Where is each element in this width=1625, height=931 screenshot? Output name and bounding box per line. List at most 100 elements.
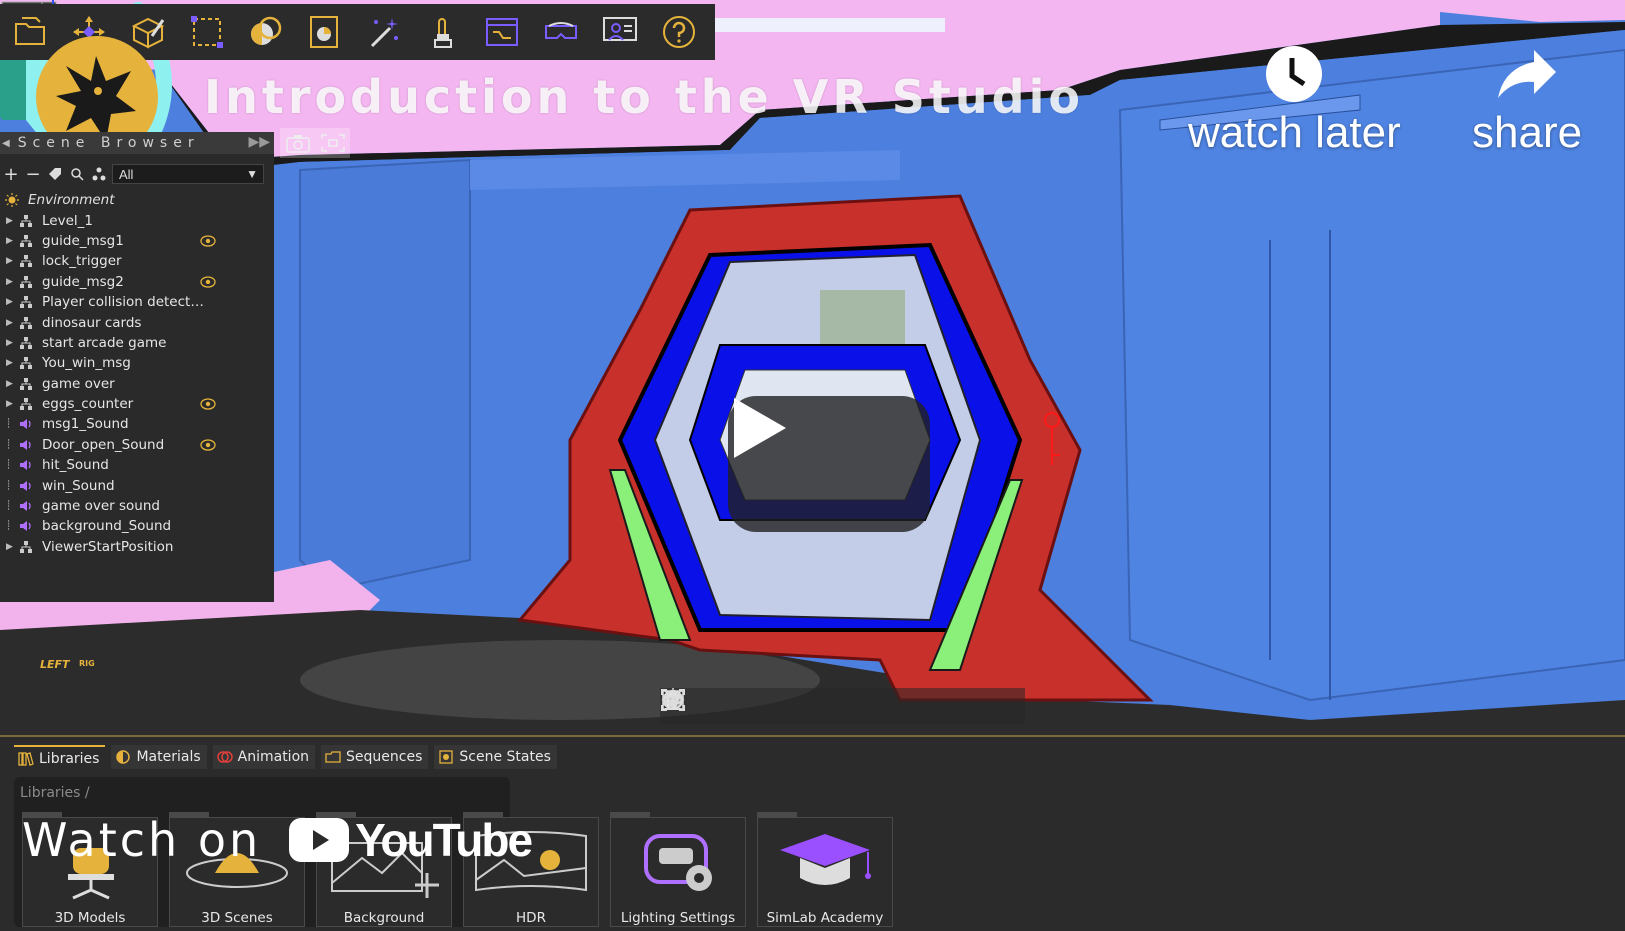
drop-to-floor-icon[interactable] (665, 690, 990, 721)
play-button[interactable] (728, 396, 930, 532)
visibility-eye-icon[interactable] (200, 275, 216, 289)
tree-item-game-over[interactable]: ▶ game over (0, 374, 274, 394)
tree-item-guide-msg1[interactable]: ▶ guide_msg1 (0, 231, 274, 251)
expand-arrow-icon[interactable]: ▶ (6, 379, 18, 389)
magic-wand-icon[interactable] (354, 4, 413, 60)
youtube-logo: YouTube (289, 813, 533, 867)
expand-arrow-icon[interactable]: ▶ (6, 358, 18, 368)
select-box-icon[interactable] (177, 4, 236, 60)
tab-materials[interactable]: Materials (111, 745, 207, 769)
library-simlab-academy[interactable]: SimLab Academy (757, 812, 893, 927)
visibility-eye-icon[interactable] (200, 438, 216, 452)
tree-item-background-sound[interactable]: ┊ background_Sound (0, 516, 274, 536)
expand-arrow-icon[interactable]: ▶ (6, 216, 18, 226)
library-lighting-settings[interactable]: Lighting Settings (610, 812, 746, 927)
tree-line: ┊ (6, 521, 12, 532)
collapse-left-icon[interactable]: ◀ (2, 138, 10, 149)
materials-icon[interactable] (236, 4, 295, 60)
tree-item-game-over-sound[interactable]: ┊ game over sound (0, 496, 274, 516)
tree-item-level-1[interactable]: ▶ Level_1 (0, 210, 274, 230)
search-icon[interactable] (66, 163, 88, 185)
scene-browser-header[interactable]: ◀ Scene Browser ▶▶ (0, 132, 274, 154)
focus-frame-icon[interactable] (320, 133, 346, 153)
tree-item-environment[interactable]: Environment (0, 190, 274, 210)
tree-item-hit-sound[interactable]: ┊ hit_Sound (0, 455, 274, 475)
scene-filter-select[interactable]: All ▼ (112, 164, 264, 184)
watch-later-button[interactable]: watch later (1188, 44, 1401, 158)
youtube-wordmark: YouTube (355, 814, 533, 866)
expand-arrow-icon[interactable]: ▶ (6, 318, 18, 328)
expand-arrow-icon[interactable]: ▶ (6, 399, 18, 409)
group-icon (18, 275, 34, 289)
play-icon (734, 398, 786, 458)
tree-item-player-collision[interactable]: ▶ Player collision detect… (0, 292, 274, 312)
share-label: share (1472, 108, 1583, 157)
tree-item-guide-msg2[interactable]: ▶ guide_msg2 (0, 272, 274, 292)
tree-item-win-sound[interactable]: ┊ win_Sound (0, 475, 274, 495)
tag-icon[interactable] (44, 163, 66, 185)
tree-item-you-win-msg[interactable]: ▶ You_win_msg (0, 353, 274, 373)
expand-arrow-icon[interactable]: ▶ (6, 338, 18, 348)
share-button[interactable]: share (1472, 44, 1582, 158)
animation-icon[interactable] (295, 4, 354, 60)
tree-item-door-open-sound[interactable]: ┊ Door_open_Sound (0, 435, 274, 455)
tree-item-lock-trigger[interactable]: ▶ lock_trigger (0, 251, 274, 271)
tree-item-msg1-sound[interactable]: ┊ msg1_Sound (0, 414, 274, 434)
animation-tab-icon (216, 751, 233, 763)
bottom-tabs: Libraries Materials Animation Sequences … (14, 745, 563, 771)
breadcrumb[interactable]: Libraries / (20, 785, 90, 801)
camera-controls (280, 128, 350, 158)
graduation-cap-icon (780, 834, 871, 885)
interaction-icon[interactable] (413, 4, 472, 60)
nav-cube-face-label: LEFT (40, 658, 70, 671)
tree-item-label: ViewerStartPosition (42, 538, 174, 555)
group-icon (18, 316, 34, 330)
scene-browser-title: Scene Browser (17, 135, 200, 151)
tree-item-dinosaur-cards[interactable]: ▶ dinosaur cards (0, 312, 274, 332)
camera-icon[interactable] (285, 133, 311, 153)
expand-arrow-icon[interactable]: ▶ (6, 236, 18, 246)
tab-libraries[interactable]: Libraries (14, 745, 106, 771)
fit-view-icon[interactable] (661, 689, 726, 721)
sequence-icon[interactable] (472, 4, 531, 60)
shading-icon[interactable] (663, 690, 759, 721)
scene-tree: Environment ▶ Level_1 ▶ guide_msg1 ▶ lock_t… (0, 190, 274, 557)
tab-animation[interactable]: Animation (212, 745, 316, 769)
tab-label: Materials (136, 749, 201, 765)
tree-item-viewer-start-position[interactable]: ▶ ViewerStartPosition (0, 537, 274, 557)
library-label: SimLab Academy (766, 910, 884, 926)
watch-on-youtube-link[interactable]: Watch on YouTube (22, 813, 533, 867)
expand-arrow-icon[interactable]: ▶ (6, 297, 18, 307)
tree-item-start-arcade-game[interactable]: ▶ start arcade game (0, 333, 274, 353)
scene-filter-value: All (119, 166, 134, 182)
texture-icon[interactable] (661, 690, 924, 721)
viewport-toolbar (660, 688, 1025, 724)
expand-arrow-icon[interactable]: ▶ (6, 256, 18, 266)
tab-sequences[interactable]: Sequences (321, 745, 429, 769)
video-title[interactable]: Introduction to the VR Studio (204, 70, 1084, 124)
hierarchy-icon[interactable] (88, 163, 110, 185)
expand-arrow-icon[interactable]: ▶ (6, 542, 18, 552)
vr-headset-icon[interactable] (531, 4, 590, 60)
presenter-icon[interactable] (590, 4, 649, 60)
select-arrow-icon[interactable] (667, 690, 825, 721)
grid-icon[interactable] (662, 690, 957, 721)
scene-layers-icon[interactable] (661, 689, 858, 721)
expand-panel-icon[interactable]: ▶▶ (248, 134, 270, 150)
open-file-icon[interactable] (0, 4, 59, 60)
tree-item-eggs-counter[interactable]: ▶ eggs_counter (0, 394, 274, 414)
expand-arrow-icon[interactable]: ▶ (6, 277, 18, 287)
group-icon (18, 254, 34, 268)
material-sphere-icon[interactable] (663, 690, 891, 721)
visibility-eye-icon[interactable] (200, 397, 216, 411)
add-icon[interactable]: + (0, 163, 22, 185)
tree-line: ┊ (6, 419, 12, 430)
help-icon[interactable] (649, 4, 708, 60)
visibility-eye-icon[interactable] (200, 234, 216, 248)
group-icon (18, 214, 34, 228)
tab-label: Scene States (459, 749, 551, 765)
light-bulb-icon[interactable] (663, 688, 792, 721)
libraries-icon (18, 752, 34, 766)
remove-icon[interactable]: − (22, 163, 44, 185)
tab-scene-states[interactable]: Scene States (434, 745, 557, 769)
